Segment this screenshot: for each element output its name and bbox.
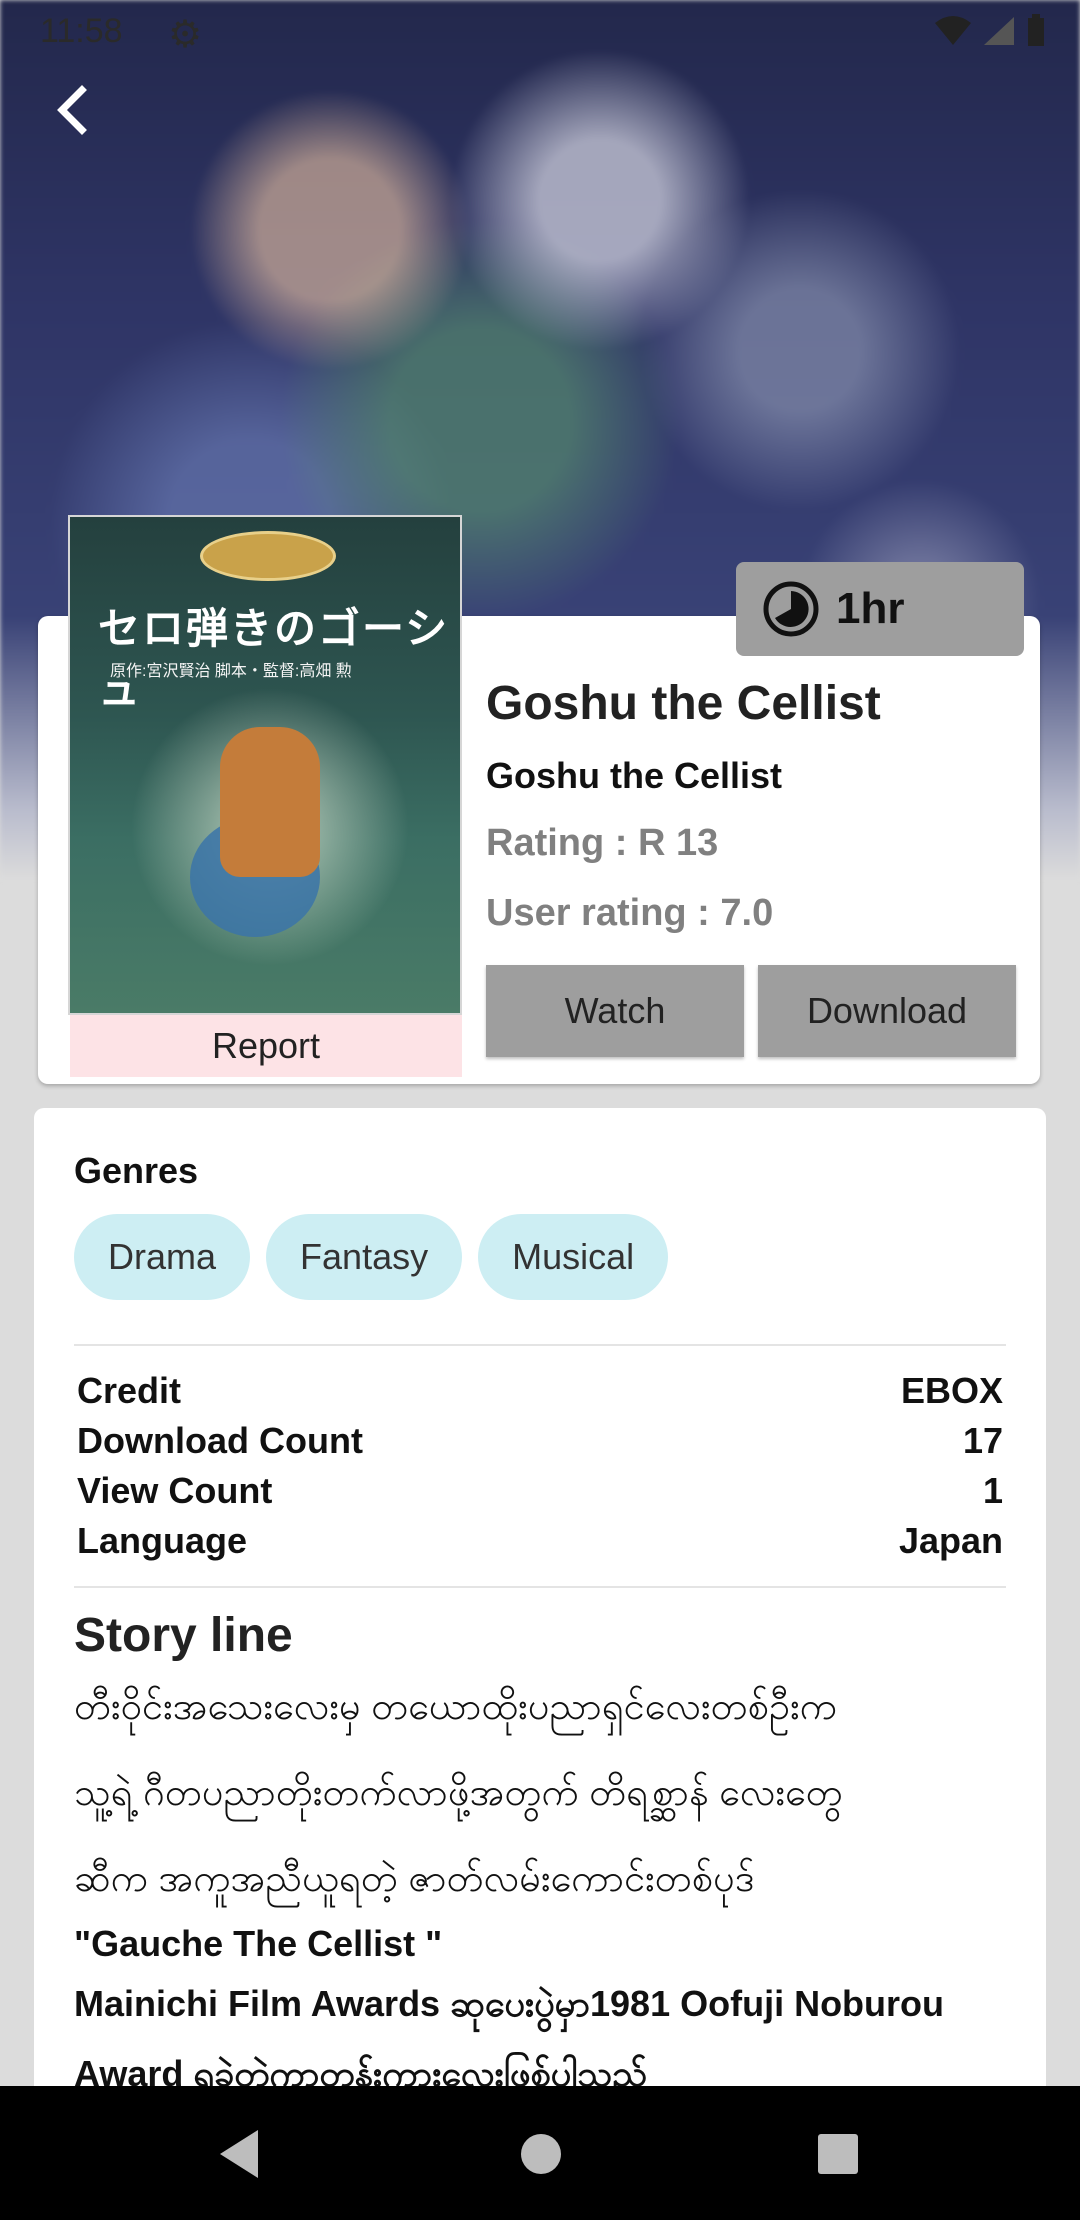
info-value: EBOX	[900, 1370, 1003, 1411]
poster-cello	[220, 727, 320, 877]
timer-icon	[763, 581, 819, 637]
story-line: တီးဝိုင်းအသေးလေးမှ တယောထိုးပညာရှင်လေးတစ်…	[74, 1686, 837, 1728]
story-line: ဆီက အကူအညီယူရတဲ့ ဇာတ်လမ်းကောင်းတစ်ပုဒ်	[74, 1858, 755, 1900]
divider	[74, 1344, 1006, 1346]
movie-poster[interactable]: セロ弾きのゴーシュ 原作:宮沢賢治 脚本・監督:高畑 勲	[68, 515, 462, 1015]
genre-chip[interactable]: Musical	[478, 1214, 669, 1300]
info-label: Credit	[77, 1370, 182, 1411]
info-row-view-count: View Count 1	[77, 1470, 1003, 1520]
details-card: Genres Drama Fantasy Musical Credit EBOX…	[34, 1108, 1046, 2108]
story-line-heading: Story line	[74, 1609, 293, 1662]
info-value: Japan	[898, 1520, 1003, 1561]
report-button[interactable]: Report	[70, 1015, 462, 1077]
movie-subtitle: Goshu the Cellist	[486, 755, 783, 796]
duration-text: 1hr	[836, 584, 905, 633]
chevron-left-icon	[57, 85, 87, 135]
poster-credits-text: 原作:宮沢賢治 脚本・監督:高畑 勲	[110, 663, 352, 680]
recents-square-icon[interactable]	[808, 2126, 868, 2182]
watch-button[interactable]: Watch	[486, 965, 744, 1057]
genre-chip[interactable]: Fantasy	[266, 1214, 463, 1300]
info-row-credit: Credit EBOX	[77, 1370, 1003, 1420]
genre-chips: Drama Fantasy Musical	[74, 1214, 669, 1300]
info-label: View Count	[77, 1470, 273, 1511]
age-rating: Rating : R 13	[486, 822, 719, 864]
genres-label: Genres	[74, 1150, 199, 1191]
poster-logo-badge	[200, 531, 336, 581]
story-line-text: တီးဝိုင်းအသေးလေးမှ တယောထိုးပညာရှင်လေးတစ်…	[74, 1678, 1014, 2104]
gear-icon: ⚙	[168, 14, 203, 56]
navigation-bar	[0, 2086, 1080, 2220]
info-label: Download Count	[77, 1420, 363, 1461]
info-value: 1	[982, 1470, 1003, 1511]
poster-title-text: セロ弾きのゴーシュ	[98, 604, 450, 714]
status-time: 11:58	[40, 12, 123, 50]
home-circle-icon[interactable]	[511, 2126, 571, 2182]
back-triangle-icon[interactable]	[212, 2126, 272, 2182]
wifi-icon	[935, 16, 971, 45]
divider	[74, 1586, 1006, 1588]
status-bar: 11:58 ⚙	[0, 0, 1080, 66]
info-label: Language	[77, 1520, 248, 1561]
genre-chip[interactable]: Drama	[74, 1214, 251, 1300]
user-rating: User rating : 7.0	[486, 892, 774, 934]
info-value: 17	[962, 1420, 1003, 1461]
story-line: သူ့ရဲ့ ဂီတပညာတိုးတက်လာဖို့အတွက် တိရစ္ဆာန…	[74, 1772, 843, 1814]
back-button[interactable]	[44, 80, 104, 140]
story-line: Mainichi Film Awards ဆုပေးပွဲမှာ1981 Oof…	[74, 1983, 945, 2024]
movie-title: Goshu the Cellist	[486, 677, 881, 730]
status-icons	[934, 14, 1046, 48]
duration-badge: 1hr	[736, 562, 1024, 656]
signal-icon	[984, 17, 1014, 45]
story-line: "Gauche The Cellist "	[74, 1923, 443, 1964]
download-button[interactable]: Download	[758, 965, 1016, 1057]
info-row-language: Language Japan	[77, 1520, 1003, 1570]
info-row-download-count: Download Count 17	[77, 1420, 1003, 1470]
battery-icon	[1028, 14, 1044, 46]
